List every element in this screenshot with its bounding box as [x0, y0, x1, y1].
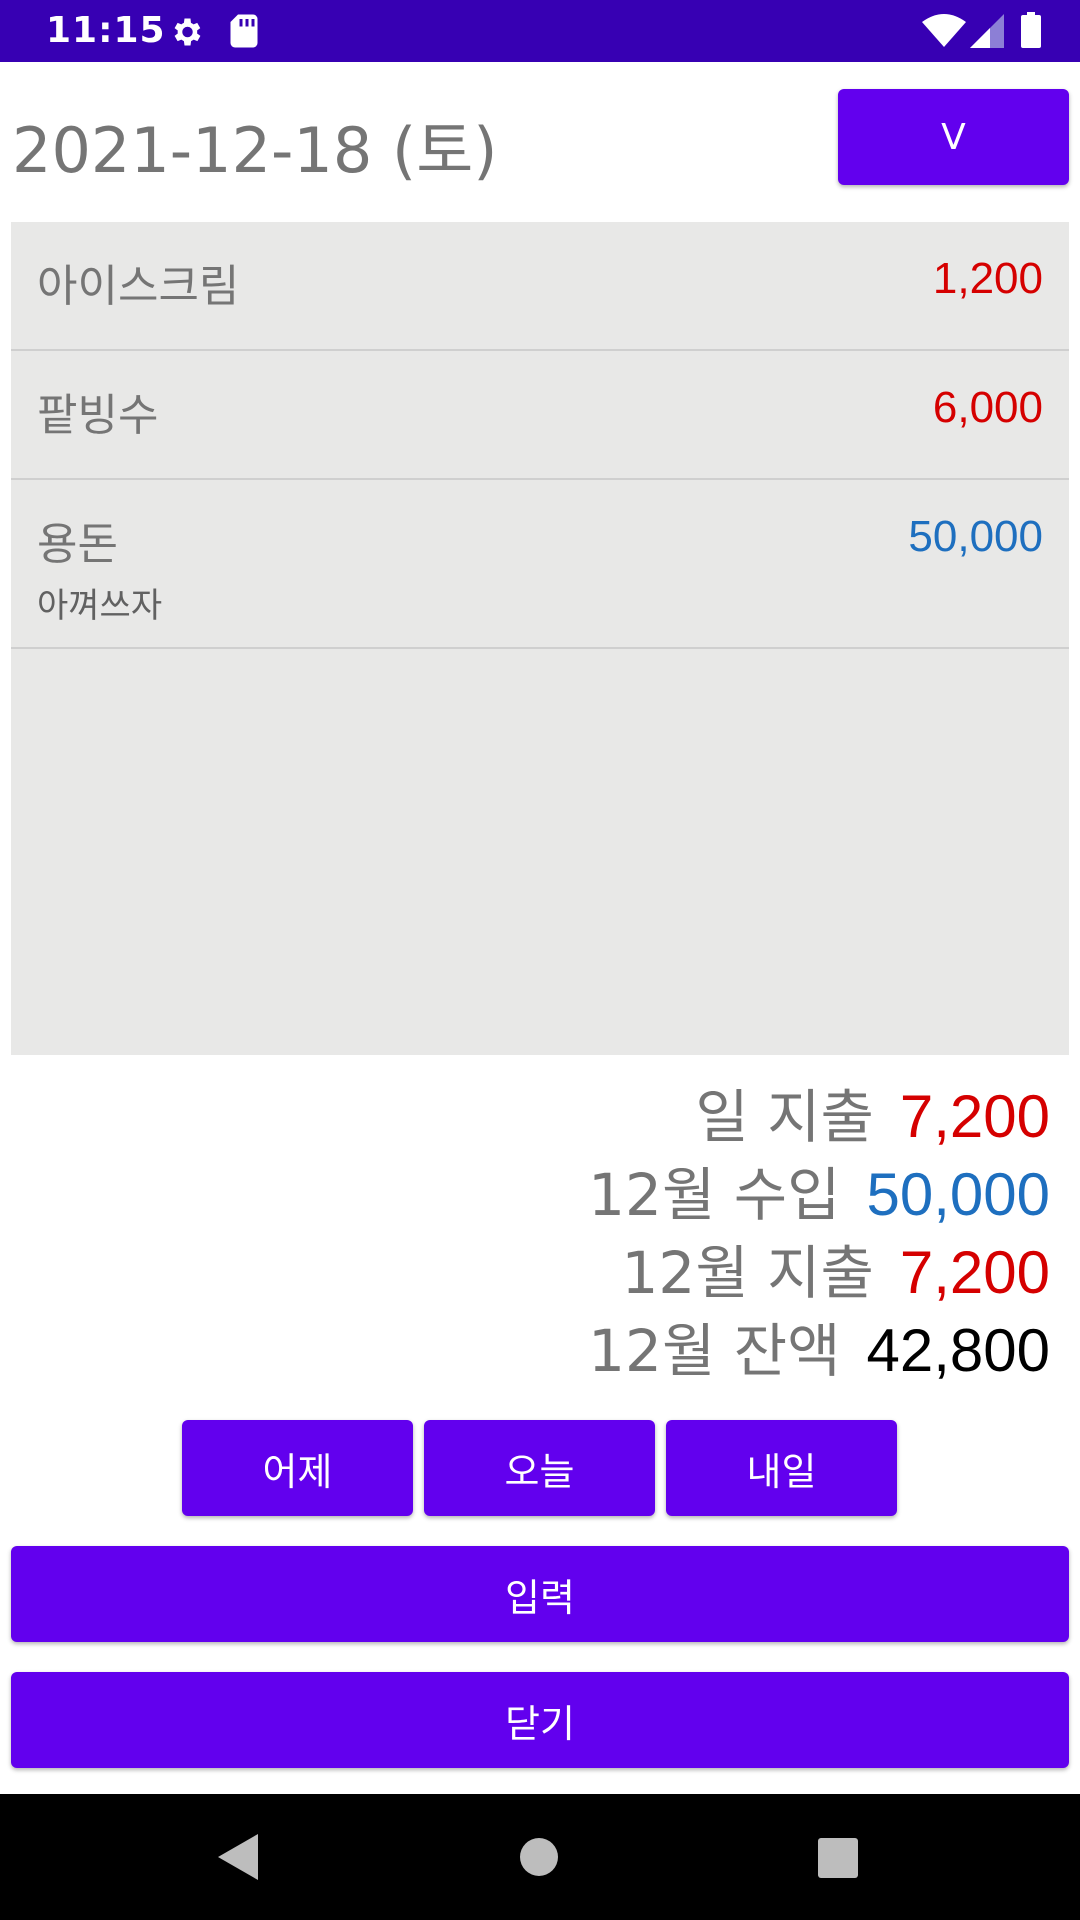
monthly-expense-row: 12월 지출 7,200: [350, 1226, 1050, 1307]
monthly-expense-label: 12월 지출: [621, 1239, 874, 1307]
status-time: 11:15: [46, 10, 166, 51]
monthly-income-label: 12월 수입: [588, 1161, 841, 1229]
monthly-balance-value: 42,800: [866, 1317, 1050, 1384]
monthly-balance-row: 12월 잔액 42,800: [350, 1304, 1050, 1385]
status-bar: 11:15: [0, 0, 1080, 62]
today-button[interactable]: 오늘: [424, 1420, 655, 1516]
signal-icon: [970, 14, 1004, 48]
battery-icon: [1021, 12, 1041, 48]
date-label[interactable]: 2021-12-18 (토): [12, 100, 497, 190]
wifi-icon: [922, 14, 966, 47]
summary: 일 지출 7,200 12월 수입 50,000 12월 지출 7,200 12…: [350, 1070, 1050, 1385]
list-item[interactable]: 용돈 아껴쓰자 50,000: [11, 480, 1069, 649]
recent-apps-icon[interactable]: [818, 1838, 858, 1878]
list-item[interactable]: 팥빙수 6,000: [11, 351, 1069, 480]
gear-icon: [174, 18, 201, 46]
sd-card-icon: [230, 14, 258, 48]
nav-bar: [0, 1794, 1080, 1920]
monthly-income-value: 50,000: [866, 1161, 1050, 1228]
monthly-balance-label: 12월 잔액: [588, 1317, 841, 1385]
entry-memo: 아껴쓰자: [37, 586, 163, 626]
screen: 11:15 2021-12-18 (토) V 아이스크림 1,200 팥빙수 6…: [0, 0, 1080, 1920]
daily-expense-value: 7,200: [899, 1083, 1050, 1150]
entry-name: 팥빙수: [37, 390, 159, 441]
monthly-income-row: 12월 수입 50,000: [350, 1148, 1050, 1229]
entry-amount: 1,200: [932, 254, 1043, 303]
entry-name: 아이스크림: [37, 261, 240, 312]
home-icon[interactable]: [520, 1838, 558, 1876]
list-item[interactable]: 아이스크림 1,200: [11, 222, 1069, 351]
date-picker-button[interactable]: V: [838, 89, 1069, 185]
daily-expense-row: 일 지출 7,200: [350, 1070, 1050, 1151]
entry-amount: 50,000: [908, 512, 1043, 561]
monthly-expense-value: 7,200: [899, 1239, 1050, 1306]
entry-name: 용돈: [37, 519, 118, 570]
input-button[interactable]: 입력: [11, 1546, 1069, 1642]
yesterday-button[interactable]: 어제: [182, 1420, 413, 1516]
entry-list[interactable]: 아이스크림 1,200 팥빙수 6,000 용돈 아껴쓰자 50,000: [11, 222, 1069, 1055]
tomorrow-button[interactable]: 내일: [666, 1420, 897, 1516]
entry-amount: 6,000: [932, 383, 1043, 432]
daily-expense-label: 일 지출: [695, 1083, 874, 1151]
close-button[interactable]: 닫기: [11, 1672, 1069, 1768]
back-icon[interactable]: [218, 1834, 258, 1880]
